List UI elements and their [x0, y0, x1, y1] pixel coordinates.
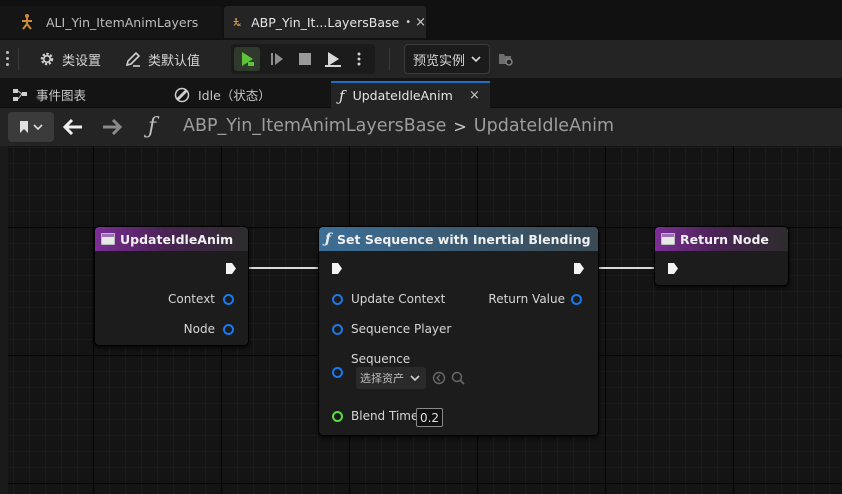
exec-input-pin-icon[interactable] [667, 262, 679, 275]
close-tab-button[interactable]: × [415, 15, 426, 30]
exec-input-pin-icon[interactable] [331, 262, 343, 275]
anim-blueprint-icon [233, 17, 241, 27]
function-entry-icon [101, 233, 115, 245]
pin-label-sequence: Sequence [351, 352, 411, 366]
graph-tab-bar: 事件图表 Idle（状态） ƒ UpdateIdleAnim × [0, 78, 842, 108]
step-forward-icon [271, 53, 283, 65]
unsaved-dot-icon: • [405, 16, 412, 28]
node-output-pin[interactable] [223, 324, 234, 335]
use-selected-asset-icon[interactable] [432, 371, 446, 385]
forward-button[interactable] [100, 116, 124, 138]
blend-time-input[interactable]: 0.2 [416, 408, 443, 427]
folder-search-icon [499, 54, 513, 66]
pin-label-blend-time: Blend Time [351, 409, 419, 423]
node-title: Return Node [680, 231, 769, 247]
breadcrumb-bar: ƒ ABP_Yin_ItemAnimLayersBase > UpdateIdl… [0, 108, 842, 146]
asset-picker-dropdown[interactable]: 选择资产 [356, 367, 426, 389]
tab-update-idle-anim[interactable]: ƒ UpdateIdleAnim × [331, 81, 490, 108]
context-output-pin[interactable] [223, 294, 234, 305]
play-controls [231, 44, 375, 74]
preview-instance-label: 预览实例 [413, 53, 466, 69]
doc-tab-label: ABP_Yin_It...LayersBase [251, 14, 400, 30]
breadcrumb-separator: > [453, 116, 467, 136]
return-value-output-pin[interactable] [571, 294, 582, 305]
doc-tab-ali-item-anim-layers[interactable]: ALI_Yin_ItemAnimLayers [0, 6, 222, 38]
toolbar-separator [389, 48, 390, 70]
function-icon: ƒ [325, 231, 332, 247]
node-title: UpdateIdleAnim [120, 231, 234, 247]
close-tab-button[interactable]: × [469, 88, 480, 103]
breadcrumb: ABP_Yin_ItemAnimLayersBase > UpdateIdleA… [183, 116, 614, 136]
update-context-input-pin[interactable] [332, 294, 343, 305]
event-graph-icon [12, 88, 28, 102]
pin-label-node: Node [183, 322, 215, 336]
tab-idle-state[interactable]: Idle（状态） [170, 81, 325, 108]
play-icon [242, 52, 254, 66]
graph-canvas[interactable]: UpdateIdleAnim Context Node ƒ Set Sequen… [0, 146, 842, 494]
doc-tab-abp-item-anim-layers-base[interactable]: ABP_Yin_It...LayersBase • × [224, 6, 426, 38]
play-button[interactable] [234, 47, 260, 71]
stop-button[interactable] [292, 47, 318, 71]
more-vertical-icon [357, 52, 361, 66]
blueprint-toolbar: 类设置 类默认值 预览实例 [0, 40, 842, 78]
step-button[interactable] [264, 47, 290, 71]
function-result-icon [661, 233, 675, 245]
tab-label: Idle（状态） [198, 88, 271, 103]
bookmark-dropdown-button[interactable] [8, 112, 54, 142]
class-defaults-label: 类默认值 [148, 53, 201, 69]
bookmark-icon [20, 121, 28, 133]
exec-output-pin-icon[interactable] [573, 262, 585, 275]
node-header: UpdateIdleAnim [95, 227, 248, 251]
gear-icon [40, 52, 54, 66]
class-defaults-button[interactable]: 类默认值 [124, 40, 200, 78]
tab-label: UpdateIdleAnim [352, 88, 453, 103]
tab-label: 事件图表 [36, 88, 87, 103]
pin-label-return-value: Return Value [488, 292, 565, 306]
stop-icon [299, 53, 311, 65]
set-sequence-node[interactable]: ƒ Set Sequence with Inertial Blending Up… [318, 226, 599, 436]
sequence-input-pin[interactable] [332, 367, 343, 378]
node-header: ƒ Set Sequence with Inertial Blending [319, 227, 598, 251]
state-icon [174, 87, 190, 103]
preview-instance-dropdown[interactable]: 预览实例 [404, 44, 490, 74]
node-header: Return Node [655, 227, 788, 251]
pin-label-context: Context [167, 292, 215, 306]
function-icon: ƒ [148, 114, 157, 139]
anim-layer-interface-icon [22, 14, 32, 30]
blend-time-input-pin[interactable] [332, 411, 343, 422]
debug-target-button[interactable] [320, 47, 346, 71]
play-eject-icon [325, 52, 341, 67]
browse-asset-search-icon[interactable] [451, 371, 465, 385]
asset-picker-label: 选择资产 [360, 372, 404, 385]
chevron-down-icon [33, 124, 43, 130]
class-settings-label: 类设置 [62, 53, 102, 69]
back-button[interactable] [61, 116, 85, 138]
entry-node-update-idle-anim[interactable]: UpdateIdleAnim Context Node [94, 226, 249, 346]
exec-output-pin-icon[interactable] [225, 262, 237, 275]
tab-event-graph[interactable]: 事件图表 [8, 81, 163, 108]
breadcrumb-item-blueprint[interactable]: ABP_Yin_ItemAnimLayersBase [183, 116, 446, 136]
chevron-down-icon [471, 56, 481, 62]
arrow-right-icon [103, 119, 122, 135]
chevron-down-icon [410, 375, 420, 381]
pencil-icon [125, 51, 141, 67]
toolbar-separator [18, 48, 19, 70]
breadcrumb-item-function[interactable]: UpdateIdleAnim [474, 116, 614, 136]
doc-tab-label: ALI_Yin_ItemAnimLayers [46, 14, 199, 30]
function-icon: ƒ [339, 86, 345, 105]
graph-edge-shade [0, 146, 8, 494]
arrow-left-icon [63, 119, 82, 135]
document-tab-bar: ALI_Yin_ItemAnimLayers ABP_Yin_It...Laye… [0, 0, 842, 40]
pin-label-sequence-player: Sequence Player [351, 322, 452, 336]
play-options-button[interactable] [349, 47, 369, 71]
toolbar-grip-icon[interactable] [6, 51, 9, 67]
pin-label-update-context: Update Context [351, 292, 446, 306]
node-title: Set Sequence with Inertial Blending [337, 231, 591, 247]
sequence-player-input-pin[interactable] [332, 324, 343, 335]
return-node[interactable]: Return Node [654, 226, 789, 286]
debug-filter-button[interactable] [498, 40, 514, 78]
class-settings-button[interactable]: 类设置 [38, 40, 101, 78]
